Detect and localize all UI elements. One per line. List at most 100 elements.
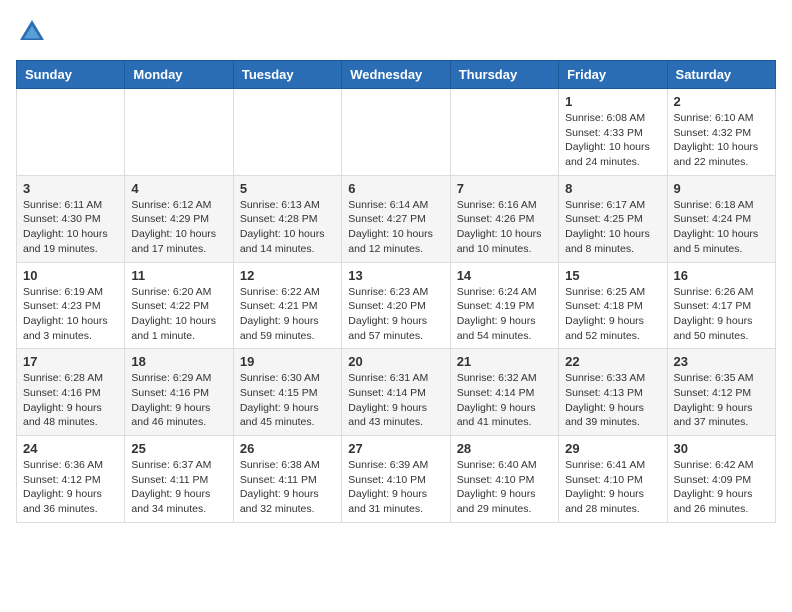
day-info: Sunrise: 6:30 AMSunset: 4:15 PMDaylight:… — [240, 371, 335, 430]
day-header-tuesday: Tuesday — [233, 61, 341, 89]
day-number: 17 — [23, 354, 118, 369]
calendar-cell: 3 Sunrise: 6:11 AMSunset: 4:30 PMDaylight… — [17, 175, 125, 262]
day-info: Sunrise: 6:25 AMSunset: 4:18 PMDaylight:… — [565, 285, 660, 344]
calendar-cell: 4 Sunrise: 6:12 AMSunset: 4:29 PMDaylight… — [125, 175, 233, 262]
calendar-cell: 17 Sunrise: 6:28 AMSunset: 4:16 PMDayligh… — [17, 349, 125, 436]
logo — [16, 16, 52, 48]
day-info: Sunrise: 6:26 AMSunset: 4:17 PMDaylight:… — [674, 285, 769, 344]
day-number: 7 — [457, 181, 552, 196]
day-info: Sunrise: 6:14 AMSunset: 4:27 PMDaylight:… — [348, 198, 443, 257]
day-number: 28 — [457, 441, 552, 456]
calendar-cell: 16 Sunrise: 6:26 AMSunset: 4:17 PMDayligh… — [667, 262, 775, 349]
calendar-cell: 27 Sunrise: 6:39 AMSunset: 4:10 PMDayligh… — [342, 436, 450, 523]
day-number: 11 — [131, 268, 226, 283]
calendar-week-row: 10 Sunrise: 6:19 AMSunset: 4:23 PMDayligh… — [17, 262, 776, 349]
day-info: Sunrise: 6:31 AMSunset: 4:14 PMDaylight:… — [348, 371, 443, 430]
day-number: 5 — [240, 181, 335, 196]
calendar-cell: 22 Sunrise: 6:33 AMSunset: 4:13 PMDayligh… — [559, 349, 667, 436]
day-number: 16 — [674, 268, 769, 283]
calendar-week-row: 17 Sunrise: 6:28 AMSunset: 4:16 PMDayligh… — [17, 349, 776, 436]
day-info: Sunrise: 6:11 AMSunset: 4:30 PMDaylight:… — [23, 198, 118, 257]
day-header-saturday: Saturday — [667, 61, 775, 89]
calendar-cell — [125, 89, 233, 176]
day-info: Sunrise: 6:42 AMSunset: 4:09 PMDaylight:… — [674, 458, 769, 517]
calendar-table: SundayMondayTuesdayWednesdayThursdayFrid… — [16, 60, 776, 523]
day-info: Sunrise: 6:33 AMSunset: 4:13 PMDaylight:… — [565, 371, 660, 430]
calendar-cell: 9 Sunrise: 6:18 AMSunset: 4:24 PMDaylight… — [667, 175, 775, 262]
day-number: 13 — [348, 268, 443, 283]
calendar-cell: 8Sunrise: 6:17 AMSunset: 4:25 PMDaylight… — [559, 175, 667, 262]
calendar-cell: 28 Sunrise: 6:40 AMSunset: 4:10 PMDayligh… — [450, 436, 558, 523]
calendar-cell: 23 Sunrise: 6:35 AMSunset: 4:12 PMDayligh… — [667, 349, 775, 436]
calendar-cell — [17, 89, 125, 176]
day-info: Sunrise: 6:18 AMSunset: 4:24 PMDaylight:… — [674, 198, 769, 257]
calendar-cell: 13 Sunrise: 6:23 AMSunset: 4:20 PMDayligh… — [342, 262, 450, 349]
day-info: Sunrise: 6:41 AMSunset: 4:10 PMDaylight:… — [565, 458, 660, 517]
day-number: 22 — [565, 354, 660, 369]
day-number: 6 — [348, 181, 443, 196]
day-number: 4 — [131, 181, 226, 196]
calendar-week-row: 24 Sunrise: 6:36 AMSunset: 4:12 PMDayligh… — [17, 436, 776, 523]
calendar-header-row: SundayMondayTuesdayWednesdayThursdayFrid… — [17, 61, 776, 89]
calendar-cell: 15 Sunrise: 6:25 AMSunset: 4:18 PMDayligh… — [559, 262, 667, 349]
day-header-monday: Monday — [125, 61, 233, 89]
day-number: 1 — [565, 94, 660, 109]
day-info: Sunrise: 6:40 AMSunset: 4:10 PMDaylight:… — [457, 458, 552, 517]
calendar-cell: 10 Sunrise: 6:19 AMSunset: 4:23 PMDayligh… — [17, 262, 125, 349]
calendar-cell: 6 Sunrise: 6:14 AMSunset: 4:27 PMDaylight… — [342, 175, 450, 262]
calendar-cell: 29Sunrise: 6:41 AMSunset: 4:10 PMDayligh… — [559, 436, 667, 523]
day-number: 15 — [565, 268, 660, 283]
calendar-cell: 5Sunrise: 6:13 AMSunset: 4:28 PMDaylight… — [233, 175, 341, 262]
day-info: Sunrise: 6:19 AMSunset: 4:23 PMDaylight:… — [23, 285, 118, 344]
day-number: 30 — [674, 441, 769, 456]
calendar-cell: 14Sunrise: 6:24 AMSunset: 4:19 PMDayligh… — [450, 262, 558, 349]
calendar-week-row: 3 Sunrise: 6:11 AMSunset: 4:30 PMDaylight… — [17, 175, 776, 262]
day-number: 24 — [23, 441, 118, 456]
day-number: 9 — [674, 181, 769, 196]
calendar-cell: 21Sunrise: 6:32 AMSunset: 4:14 PMDayligh… — [450, 349, 558, 436]
day-info: Sunrise: 6:20 AMSunset: 4:22 PMDaylight:… — [131, 285, 226, 344]
page-header — [16, 16, 776, 48]
day-number: 25 — [131, 441, 226, 456]
calendar-cell — [342, 89, 450, 176]
day-number: 3 — [23, 181, 118, 196]
day-number: 20 — [348, 354, 443, 369]
calendar-cell: 11 Sunrise: 6:20 AMSunset: 4:22 PMDayligh… — [125, 262, 233, 349]
day-info: Sunrise: 6:28 AMSunset: 4:16 PMDaylight:… — [23, 371, 118, 430]
day-header-wednesday: Wednesday — [342, 61, 450, 89]
day-info: Sunrise: 6:17 AMSunset: 4:25 PMDaylight:… — [565, 198, 660, 257]
day-number: 10 — [23, 268, 118, 283]
day-number: 27 — [348, 441, 443, 456]
day-info: Sunrise: 6:22 AMSunset: 4:21 PMDaylight:… — [240, 285, 335, 344]
day-header-thursday: Thursday — [450, 61, 558, 89]
day-info: Sunrise: 6:36 AMSunset: 4:12 PMDaylight:… — [23, 458, 118, 517]
day-info: Sunrise: 6:39 AMSunset: 4:10 PMDaylight:… — [348, 458, 443, 517]
calendar-week-row: 1Sunrise: 6:08 AMSunset: 4:33 PMDaylight… — [17, 89, 776, 176]
day-info: Sunrise: 6:37 AMSunset: 4:11 PMDaylight:… — [131, 458, 226, 517]
day-info: Sunrise: 6:10 AMSunset: 4:32 PMDaylight:… — [674, 111, 769, 170]
day-info: Sunrise: 6:38 AMSunset: 4:11 PMDaylight:… — [240, 458, 335, 517]
calendar-cell: 25 Sunrise: 6:37 AMSunset: 4:11 PMDayligh… — [125, 436, 233, 523]
day-number: 12 — [240, 268, 335, 283]
calendar-cell: 19 Sunrise: 6:30 AMSunset: 4:15 PMDayligh… — [233, 349, 341, 436]
calendar-cell — [233, 89, 341, 176]
calendar-cell: 12 Sunrise: 6:22 AMSunset: 4:21 PMDayligh… — [233, 262, 341, 349]
day-info: Sunrise: 6:12 AMSunset: 4:29 PMDaylight:… — [131, 198, 226, 257]
calendar-cell — [450, 89, 558, 176]
calendar-cell: 26 Sunrise: 6:38 AMSunset: 4:11 PMDayligh… — [233, 436, 341, 523]
calendar-cell: 30 Sunrise: 6:42 AMSunset: 4:09 PMDayligh… — [667, 436, 775, 523]
day-header-friday: Friday — [559, 61, 667, 89]
day-info: Sunrise: 6:32 AMSunset: 4:14 PMDaylight:… — [457, 371, 552, 430]
calendar-cell: 7 Sunrise: 6:16 AMSunset: 4:26 PMDaylight… — [450, 175, 558, 262]
day-info: Sunrise: 6:23 AMSunset: 4:20 PMDaylight:… — [348, 285, 443, 344]
day-number: 26 — [240, 441, 335, 456]
day-number: 2 — [674, 94, 769, 109]
day-number: 14 — [457, 268, 552, 283]
day-info: Sunrise: 6:35 AMSunset: 4:12 PMDaylight:… — [674, 371, 769, 430]
day-number: 18 — [131, 354, 226, 369]
day-number: 19 — [240, 354, 335, 369]
day-header-sunday: Sunday — [17, 61, 125, 89]
day-number: 23 — [674, 354, 769, 369]
day-info: Sunrise: 6:16 AMSunset: 4:26 PMDaylight:… — [457, 198, 552, 257]
day-info: Sunrise: 6:29 AMSunset: 4:16 PMDaylight:… — [131, 371, 226, 430]
